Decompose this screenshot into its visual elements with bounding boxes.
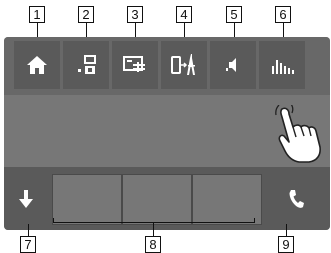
- callout-4: 4: [176, 6, 192, 23]
- callout-3-leader: [135, 23, 136, 37]
- callout-1-leader: [37, 23, 38, 37]
- callout-8-bracket-left: [53, 218, 54, 223]
- callout-2-leader: [86, 23, 87, 37]
- callout-8-bracket: [53, 222, 255, 223]
- callout-2: 2: [78, 6, 94, 23]
- callout-8-leader: [153, 222, 154, 236]
- phone-button[interactable]: [274, 167, 318, 230]
- arrow-down-icon: [19, 189, 33, 208]
- callout-9: 9: [278, 236, 294, 253]
- callout-5-leader: [234, 23, 235, 37]
- mirroring-button[interactable]: [161, 41, 207, 89]
- callout-4-leader: [184, 23, 185, 37]
- callout-6: 6: [275, 6, 291, 23]
- shortcut-bar: [4, 37, 330, 95]
- display-settings-icon: [123, 56, 145, 72]
- callout-6-leader: [283, 23, 284, 37]
- audio-button[interactable]: [210, 41, 256, 89]
- callout-1: 1: [29, 6, 45, 23]
- callout-5: 5: [226, 6, 242, 23]
- audio-icon: [226, 58, 236, 72]
- favorite-slot-1[interactable]: [52, 174, 122, 225]
- callout-9-leader: [286, 224, 287, 236]
- callout-7: 7: [20, 236, 36, 253]
- home-icon: [27, 56, 47, 74]
- source-select-button[interactable]: [63, 41, 109, 89]
- callout-8-bracket-right: [254, 218, 255, 223]
- phone-icon: [289, 189, 304, 208]
- callout-8: 8: [145, 236, 161, 253]
- equalizer-icon: [272, 60, 294, 74]
- home-screen: [4, 37, 330, 230]
- favorite-slot-2[interactable]: [122, 174, 192, 225]
- hand-touch-icon: [275, 105, 321, 163]
- callout-3: 3: [127, 6, 143, 23]
- arrow-down-button[interactable]: [4, 167, 48, 230]
- callout-7-leader: [28, 224, 29, 236]
- equalizer-button[interactable]: [259, 41, 305, 89]
- source-select-icon: [78, 55, 96, 74]
- mirroring-icon: [171, 54, 195, 75]
- home-button[interactable]: [14, 41, 60, 89]
- display-settings-button[interactable]: [112, 41, 158, 89]
- favorite-slot-3[interactable]: [192, 174, 262, 225]
